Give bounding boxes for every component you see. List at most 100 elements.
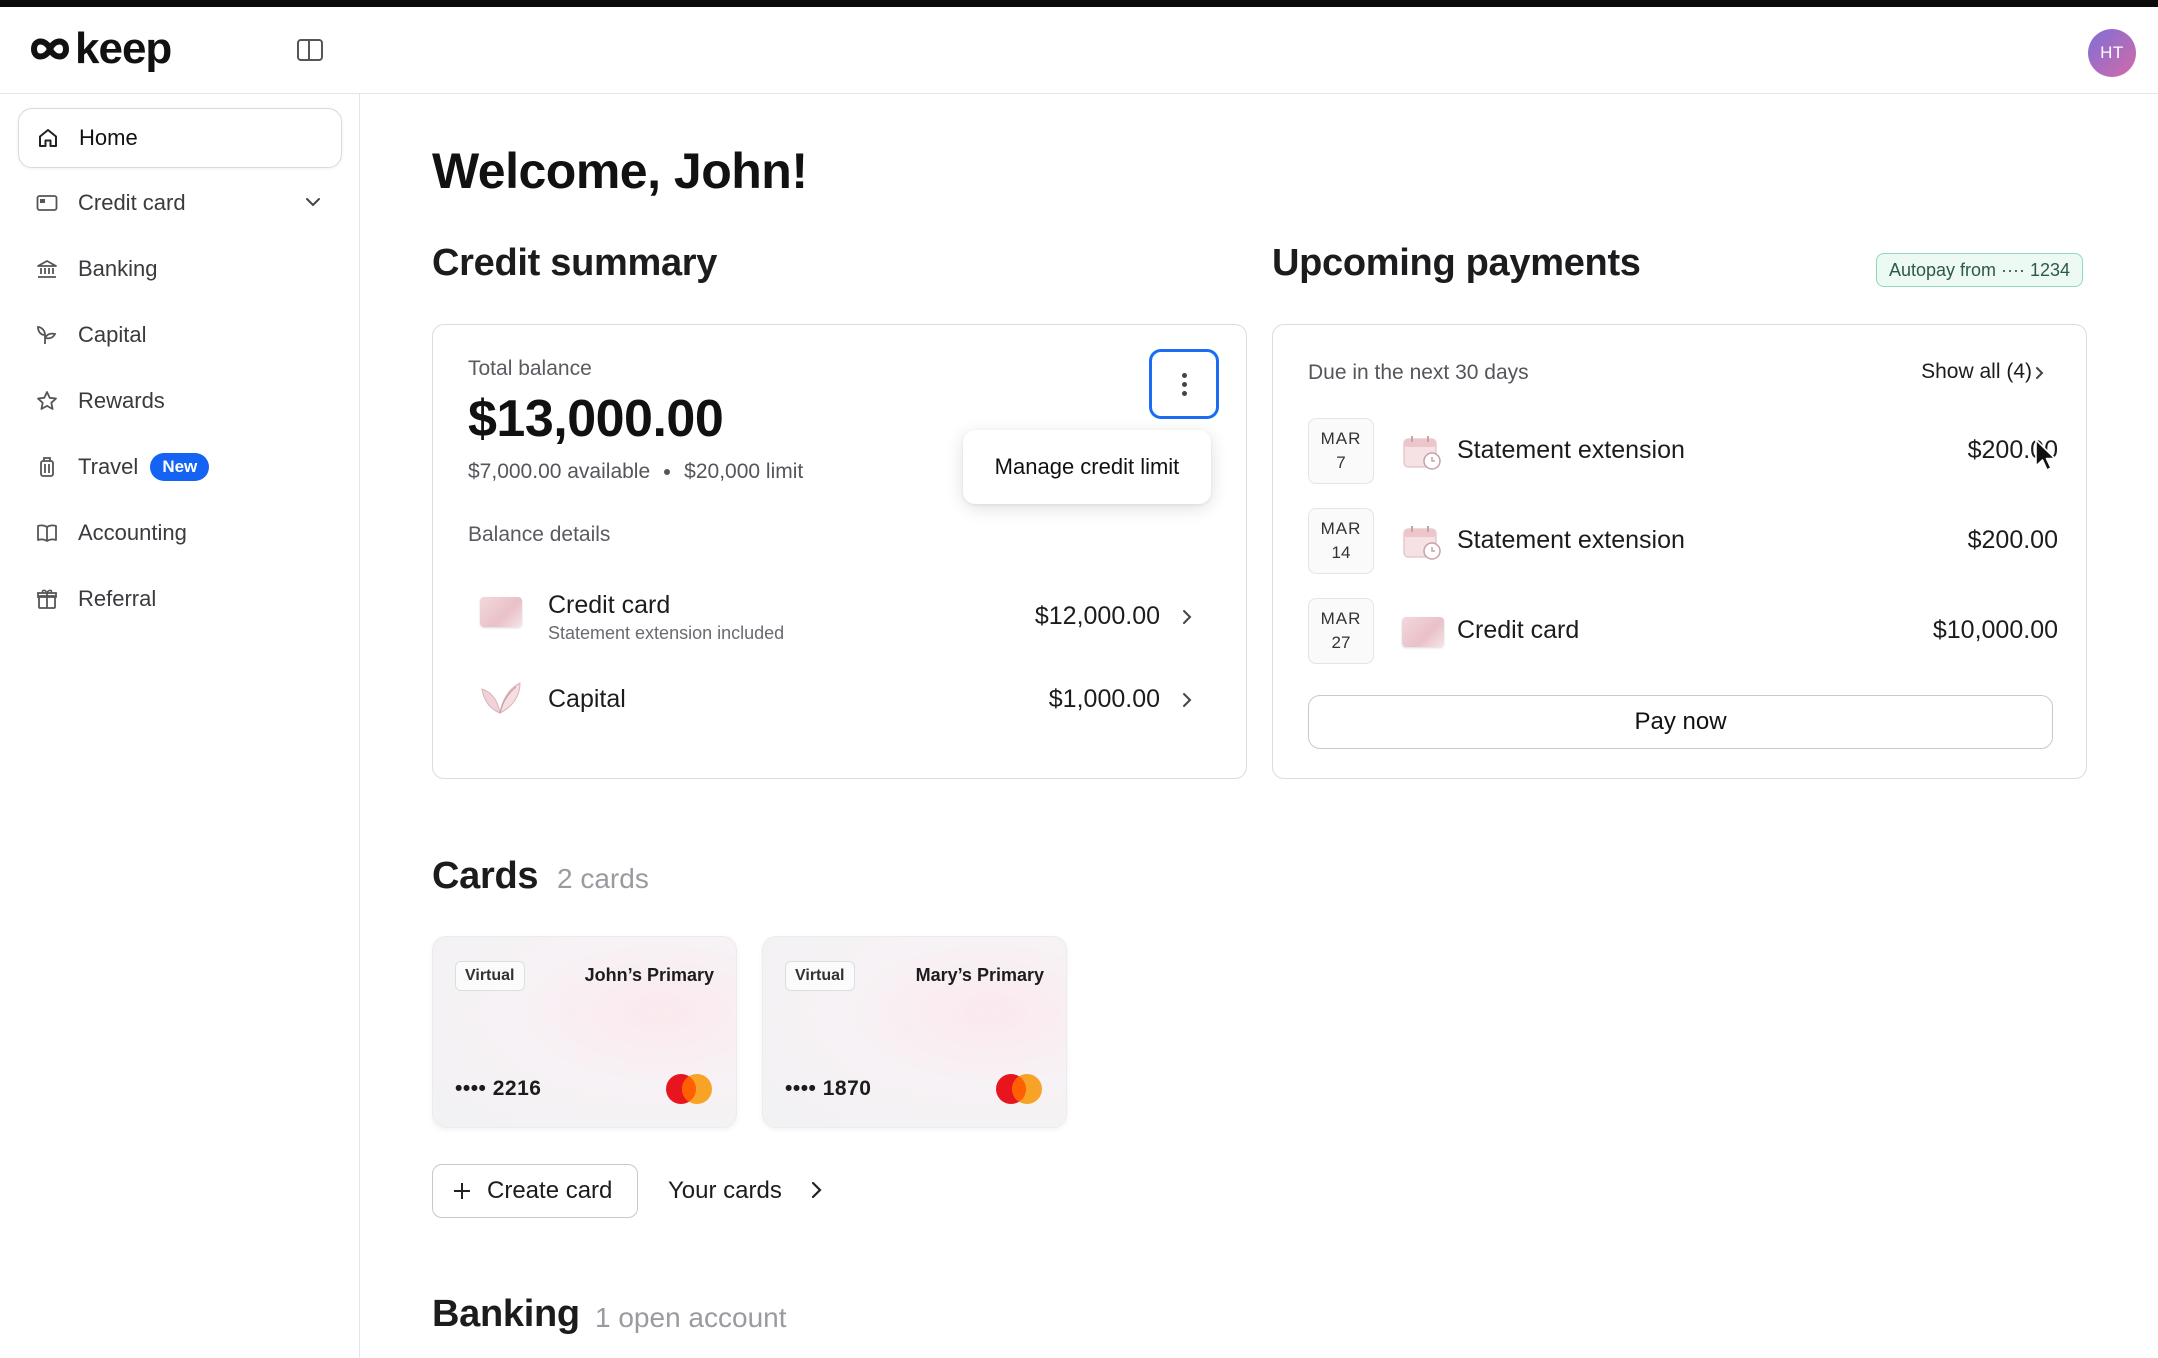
card-name: John’s Primary xyxy=(584,965,714,985)
sidebar-item-capital[interactable]: Capital xyxy=(18,305,342,365)
date-day: 27 xyxy=(1331,633,1351,652)
available-amount: $7,000.00 available xyxy=(468,460,651,483)
pay-now-button[interactable]: Pay now xyxy=(1308,695,2053,749)
payment-row[interactable]: MAR 27 Credit card $10,000.00 xyxy=(1308,598,2058,664)
sidebar-item-label: Capital xyxy=(78,322,147,347)
row-subtitle: Statement extension included xyxy=(548,623,785,643)
cards-count: 2 cards xyxy=(557,863,649,894)
sidebar-item-label: Referral xyxy=(78,586,157,611)
credit-summary-panel: Total balance $13,000.00 $7,000.00 avail… xyxy=(432,324,1247,779)
chevron-right-icon xyxy=(1183,693,1192,707)
upcoming-payments-title: Upcoming payments xyxy=(1272,242,1641,284)
card-number: •••• 2216 xyxy=(455,1077,542,1100)
payment-row[interactable]: MAR 14 Statement extension $200.00 xyxy=(1308,508,2058,574)
payment-amount: $10,000.00 xyxy=(1932,616,2058,644)
new-badge: New xyxy=(150,453,210,481)
keep-logo-icon xyxy=(30,38,70,60)
your-cards-link[interactable]: Your cards xyxy=(668,1177,782,1205)
date-month: MAR xyxy=(1320,609,1362,628)
card-thumbnail-icon xyxy=(480,597,522,627)
mastercard-icon xyxy=(996,1074,1042,1104)
banking-count: 1 open account xyxy=(595,1302,787,1333)
chevron-right-icon[interactable] xyxy=(2032,365,2048,381)
sidebar-item-label: Credit card xyxy=(78,190,186,215)
top-header: keep HT xyxy=(0,7,2158,94)
autopay-badge: Autopay from ···· 1234 xyxy=(1876,253,2084,287)
create-card-button[interactable]: Create card xyxy=(432,1164,638,1218)
payment-amount: $200.00 xyxy=(1967,526,2058,554)
row-amount: $12,000.00 xyxy=(1034,602,1160,630)
credit-card-icon xyxy=(34,190,60,216)
sidebar-item-rewards[interactable]: Rewards xyxy=(18,371,342,431)
sidebar-item-accounting[interactable]: Accounting xyxy=(18,503,342,563)
book-icon xyxy=(34,520,60,546)
payment-title: Credit card xyxy=(1457,616,1580,644)
date-badge: MAR 7 xyxy=(1308,418,1374,484)
virtual-tag: Virtual xyxy=(455,961,525,991)
credit-summary-title: Credit summary xyxy=(432,242,718,284)
calendar-clock-icon xyxy=(1403,436,1441,470)
card-number: •••• 1870 xyxy=(785,1077,872,1100)
card-name: Mary’s Primary xyxy=(915,965,1044,985)
page-title: Welcome, John! xyxy=(432,143,808,199)
separator-dot xyxy=(664,469,671,475)
sidebar-item-home[interactable]: Home xyxy=(18,108,342,168)
date-month: MAR xyxy=(1320,519,1362,538)
payment-title: Statement extension xyxy=(1457,526,1685,554)
balance-row-capital[interactable]: Capital $1,000.00 xyxy=(468,661,1218,741)
luggage-icon xyxy=(34,454,60,480)
cards-title: Cards xyxy=(432,855,539,897)
sprout-icon xyxy=(481,682,521,714)
card-thumbnail-icon xyxy=(1402,617,1444,647)
more-options-button[interactable] xyxy=(1149,349,1219,419)
sidebar-item-credit-card[interactable]: Credit card xyxy=(18,173,342,233)
total-balance-label: Total balance xyxy=(468,357,592,380)
card-tile[interactable]: Virtual John’s Primary •••• 2216 xyxy=(432,936,737,1128)
gift-icon xyxy=(34,586,60,612)
keep-logo[interactable]: keep xyxy=(28,24,172,73)
card-tile[interactable]: Virtual Mary’s Primary •••• 1870 xyxy=(762,936,1067,1128)
sidebar-item-label: Home xyxy=(79,125,138,150)
upcoming-payments-panel: Due in the next 30 days Show all (4) MAR… xyxy=(1272,324,2087,779)
payment-title: Statement extension xyxy=(1457,436,1685,464)
home-icon xyxy=(35,125,61,151)
balance-details-label: Balance details xyxy=(468,523,611,546)
mastercard-icon xyxy=(666,1074,712,1104)
payment-row[interactable]: MAR 7 Statement extension $200.00 xyxy=(1308,418,2058,484)
available-limit-line: $7,000.00 available $20,000 limit xyxy=(468,460,803,484)
sidebar-item-label: Banking xyxy=(78,256,158,281)
credit-limit: $20,000 limit xyxy=(684,460,804,483)
star-icon xyxy=(34,388,60,414)
chevron-right-icon xyxy=(1183,610,1192,624)
calendar-clock-icon xyxy=(1403,526,1441,560)
create-card-label: Create card xyxy=(487,1177,613,1204)
sidebar-item-banking[interactable]: Banking xyxy=(18,239,342,299)
row-amount: $1,000.00 xyxy=(1048,685,1160,713)
date-badge: MAR 14 xyxy=(1308,508,1374,574)
sidebar-item-label: Travel xyxy=(78,454,139,479)
balance-row-credit-card[interactable]: Credit card Statement extension included… xyxy=(468,577,1218,657)
sidebar-item-referral[interactable]: Referral xyxy=(18,569,342,629)
total-balance-amount: $13,000.00 xyxy=(468,390,724,448)
logo-text: keep xyxy=(75,24,172,73)
manage-credit-limit-menu-item[interactable]: Manage credit limit xyxy=(963,430,1211,504)
show-all-link[interactable]: Show all (4) xyxy=(1921,360,2032,384)
virtual-tag: Virtual xyxy=(785,961,855,991)
due-label: Due in the next 30 days xyxy=(1308,361,1529,384)
user-avatar[interactable]: HT xyxy=(2088,29,2136,77)
sidebar: Home Credit card Banking Capital Rewards… xyxy=(0,94,360,1358)
chevron-right-icon[interactable] xyxy=(806,1180,826,1200)
sidebar-toggle-icon[interactable] xyxy=(296,37,324,63)
kebab-menu-icon xyxy=(1181,372,1187,396)
row-title: Credit card xyxy=(548,591,671,619)
window-top-edge xyxy=(0,0,2158,7)
plus-icon xyxy=(454,1183,470,1199)
banking-title: Banking xyxy=(432,1293,580,1335)
sidebar-item-travel[interactable]: Travel New xyxy=(18,437,342,497)
bank-icon xyxy=(34,256,60,282)
date-day: 14 xyxy=(1331,543,1351,562)
sidebar-item-label: Rewards xyxy=(78,388,165,413)
chevron-down-icon[interactable] xyxy=(302,191,324,213)
date-day: 7 xyxy=(1336,453,1346,472)
date-badge: MAR 27 xyxy=(1308,598,1374,664)
